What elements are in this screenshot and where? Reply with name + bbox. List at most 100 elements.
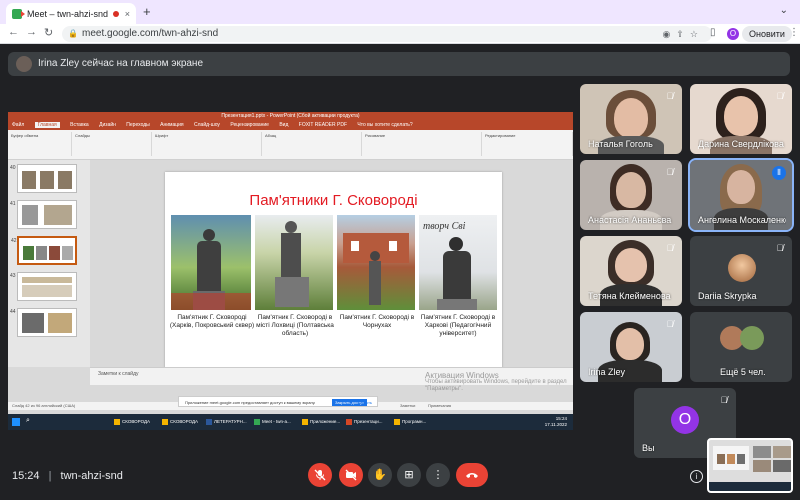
ppt-menu-item[interactable]: Главная: [34, 122, 60, 128]
reload-icon[interactable]: ↻: [44, 26, 53, 39]
participant-name: Тетяна Клейменова: [588, 291, 671, 301]
self-view-preview[interactable]: [707, 438, 793, 493]
ppt-menu-item[interactable]: Файл: [12, 122, 24, 128]
participant-avatar: [740, 326, 764, 350]
more-options-button[interactable]: ⋮: [426, 463, 450, 487]
ppt-ribbon: Буфер обмена Слайды Шрифт Абзац Рисовани…: [8, 130, 573, 160]
monument-photo-4: творч Сві: [419, 215, 497, 310]
participant-tile[interactable]: 🎙̸ Дарина Свердлікова: [690, 84, 792, 154]
participant-tile-speaking[interactable]: ⦀ Ангелина Москаленко: [688, 158, 794, 232]
slide-thumbnail[interactable]: 40: [10, 164, 77, 193]
taskbar-item[interactable]: Презентаци...: [344, 416, 383, 428]
meeting-info: 15:24 | twn-ahzi-snd: [12, 470, 123, 482]
taskbar-search-icon[interactable]: ⌕: [26, 417, 30, 425]
taskbar-item[interactable]: Програмн...: [392, 416, 426, 428]
back-icon[interactable]: ←: [8, 26, 19, 38]
ppt-menu-item[interactable]: Что вы хотите сделать?: [357, 122, 412, 128]
url-field[interactable]: 🔒 meet.google.com/twn-ahzi-snd ◉⇪☆: [62, 26, 712, 42]
notes-button[interactable]: Заметки: [400, 402, 415, 410]
forward-icon[interactable]: →: [26, 26, 37, 38]
present-button[interactable]: ⊞: [397, 463, 421, 487]
meet-tab[interactable]: Meet – twn-ahzi-snd ×: [6, 3, 136, 24]
screen-share-bar: Приложение meet.google.com предоставляет…: [178, 396, 378, 407]
camera-off-icon: [345, 469, 357, 481]
slide-thumbnails: 40 41 42 43 44: [8, 160, 90, 367]
more-participants-label: Ещё 5 чел.: [720, 367, 766, 377]
ppt-menu-item[interactable]: Переходы: [126, 122, 149, 128]
windows-start-icon[interactable]: [12, 418, 20, 426]
camera-toggle-button[interactable]: [339, 463, 363, 487]
ribbon-group[interactable]: Буфер обмена: [8, 132, 72, 156]
taskbar-item[interactable]: Приложение...: [300, 416, 340, 428]
tab-title: Meet – twn-ahzi-snd: [27, 8, 109, 19]
tab-close-button[interactable]: ×: [125, 9, 130, 19]
ribbon-group[interactable]: Шрифт: [152, 132, 262, 156]
browser-tab-bar: Meet – twn-ahzi-snd × + ⌄: [0, 0, 800, 24]
ppt-menu-item[interactable]: Вставка: [70, 122, 89, 128]
taskbar-item[interactable]: ЛЕТЕРАТУРН...: [204, 416, 247, 428]
taskbar-item[interactable]: СКОВОРОДА: [160, 416, 198, 428]
taskbar-item[interactable]: Meet - twn-a...: [252, 416, 291, 428]
participant-tile[interactable]: 🎙̸ Irina Zley: [580, 312, 682, 382]
muted-mic-icon: 🎙̸: [666, 243, 674, 253]
ribbon-group[interactable]: Слайды: [72, 132, 152, 156]
profile-avatar[interactable]: O: [727, 28, 739, 40]
status-text: Слайд 42 из 96 английский (США): [12, 403, 76, 408]
participant-name: Наталья Гоголь: [588, 139, 653, 149]
ppt-menu-item[interactable]: Рецензирование: [230, 122, 269, 128]
ribbon-group[interactable]: Рисование: [362, 132, 482, 156]
ppt-window-title: Презентация1.pptx - PowerPoint (Сбой акт…: [8, 112, 573, 121]
side-panel-icon[interactable]: ▯: [710, 27, 716, 38]
slide-thumbnail[interactable]: 44: [10, 308, 77, 337]
participant-tile[interactable]: 🎙̸ Dariia Skrypka: [690, 236, 792, 306]
participant-name: Ангелина Москаленко: [698, 215, 786, 225]
mic-off-icon: [314, 469, 326, 481]
omnibox-action-icons[interactable]: ◉⇪☆: [663, 26, 704, 42]
caption-4: Пам'ятник Г. Сковороді в Харкові (Педаго…: [420, 314, 496, 337]
caption-3: Пам'ятник Г. Сковороді в Чорнухах: [339, 314, 415, 329]
banner-text: Irina Zley сейчас на главном экране: [38, 58, 204, 69]
ppt-menu-item[interactable]: FOXIT READER PDF: [299, 122, 347, 128]
ppt-menu-bar: Файл Главная Вставка Дизайн Переходы Ани…: [8, 121, 573, 130]
caption-2: Пам'ятник Г. Сковороді в місті Лохвиці (…: [256, 314, 334, 337]
ribbon-group[interactable]: Абзац: [262, 132, 362, 156]
ppt-menu-item[interactable]: Вид: [279, 122, 288, 128]
leave-call-button[interactable]: [456, 463, 488, 487]
lock-icon: 🔒: [68, 29, 78, 38]
taskbar-item[interactable]: СКОВОРОДА: [112, 416, 150, 428]
ppt-menu-item[interactable]: Слайд-шоу: [194, 122, 220, 128]
slide-thumbnail-selected[interactable]: 42: [11, 236, 77, 265]
monument-photo-1: [171, 215, 251, 310]
raise-hand-button[interactable]: ✋: [368, 463, 392, 487]
ppt-menu-item[interactable]: Анимация: [160, 122, 183, 128]
hide-share-bar-button[interactable]: Скрыть: [358, 397, 372, 408]
monument-photo-3: [337, 215, 415, 310]
mic-toggle-button[interactable]: [308, 463, 332, 487]
ppt-menu-item[interactable]: Дизайн: [99, 122, 116, 128]
meeting-details-icon[interactable]: i: [690, 470, 703, 483]
muted-mic-icon: 🎙̸: [720, 395, 728, 405]
participant-name: Анастасія Ананьєва: [588, 215, 672, 225]
ribbon-group[interactable]: Редактирование: [482, 132, 573, 156]
new-tab-button[interactable]: +: [143, 4, 151, 19]
slide-canvas[interactable]: Пам'ятники Г. Сковороді творч Сві Пам'ят…: [165, 172, 502, 374]
muted-mic-icon: 🎙̸: [666, 167, 674, 177]
participant-tile[interactable]: 🎙̸ Анастасія Ананьєва: [580, 160, 682, 230]
participant-name: Dariia Skrypka: [698, 291, 757, 301]
more-participants-tile[interactable]: Ещё 5 чел.: [690, 312, 792, 382]
comments-button[interactable]: Примечания: [428, 402, 451, 410]
ppt-workspace: 40 41 42 43 44 Пам'ятники Г. Сковороді т…: [8, 160, 573, 415]
update-button[interactable]: Оновити: [742, 26, 792, 42]
tab-search-icon[interactable]: ⌄: [780, 5, 788, 16]
slide-title: Пам'ятники Г. Сковороді: [249, 192, 418, 209]
meet-favicon-icon: [12, 8, 25, 19]
participant-tile[interactable]: 🎙̸ Тетяна Клейменова: [580, 236, 682, 306]
hang-up-icon: [466, 473, 478, 478]
presenter-avatar: [16, 56, 32, 72]
slide-thumbnail[interactable]: 41: [10, 200, 77, 229]
browser-menu-icon[interactable]: ⋮: [789, 27, 799, 38]
participant-tile[interactable]: 🎙̸ Наталья Гоголь: [580, 84, 682, 154]
present-screen-icon: ⊞: [404, 469, 414, 481]
slide-thumbnail[interactable]: 43: [10, 272, 77, 301]
speaking-indicator-icon: ⦀: [772, 166, 786, 180]
